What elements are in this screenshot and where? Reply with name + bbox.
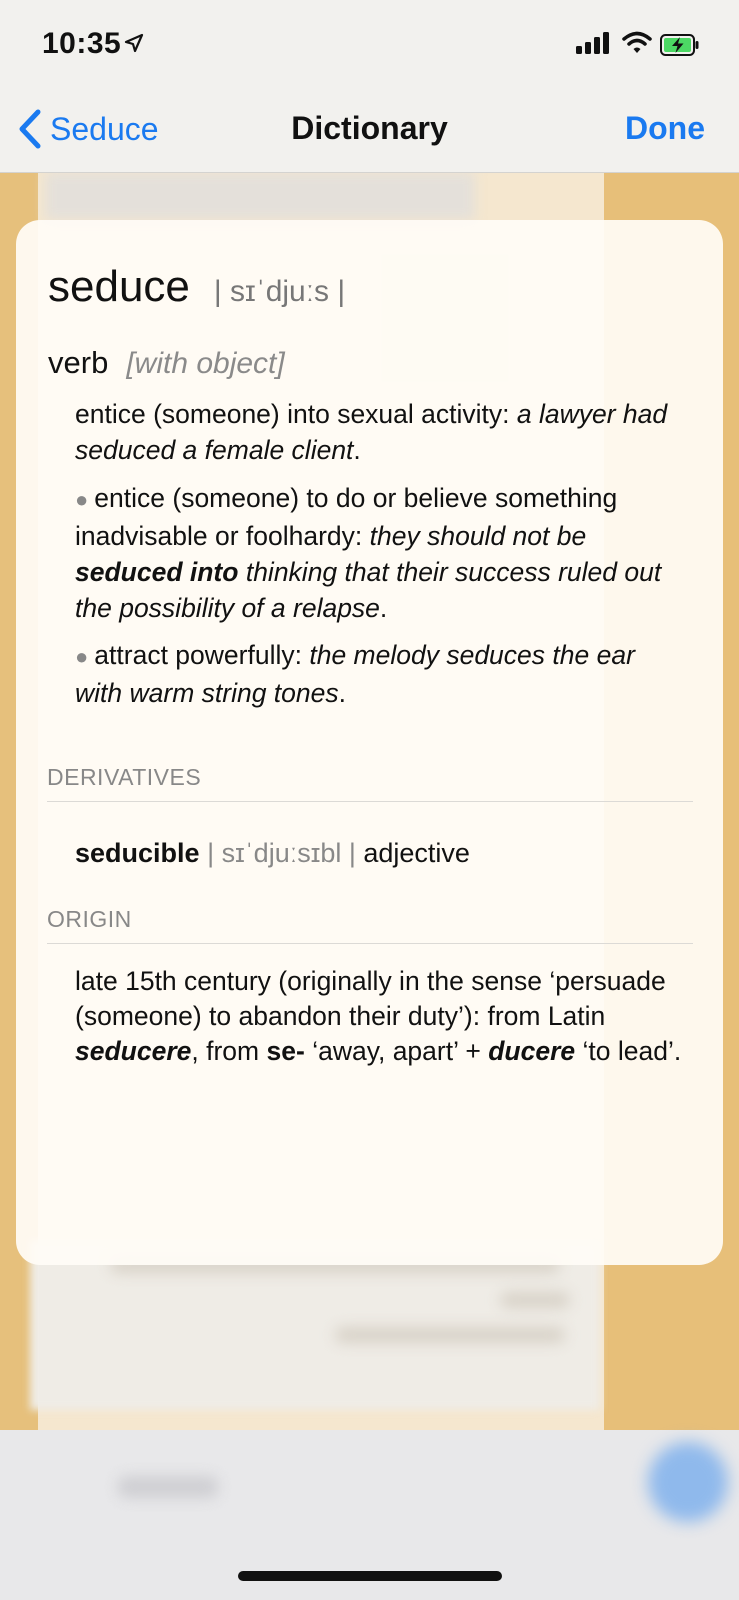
sub-sense-end: . [338, 678, 346, 708]
background-blurred-line [118, 1476, 218, 1498]
sub-sense-definition: attract powerfully: [94, 640, 302, 670]
cellular-signal-icon [576, 32, 609, 54]
origin-text: late 15th century (originally in the sen… [75, 964, 685, 1069]
home-indicator[interactable] [238, 1571, 502, 1581]
sense-end: . [353, 435, 361, 465]
wifi-icon [622, 31, 652, 53]
origin-heading: ORIGIN [47, 906, 693, 944]
background-blurred-line [500, 1292, 570, 1308]
headword-row: seduce | sɪˈdjuːs | [48, 262, 345, 312]
derivative-word: seducible [75, 838, 200, 868]
status-bar: 10:35 [0, 0, 739, 90]
part-of-speech-row: verb [with object] [48, 345, 285, 381]
origin-part: , from [191, 1036, 260, 1066]
pronunciation: | sɪˈdjuːs | [213, 275, 346, 308]
sense-main: entice (someone) into sexual activity: a… [75, 396, 675, 468]
origin-part: ‘away, apart’ + [312, 1036, 481, 1066]
background-blurred-button [648, 1442, 728, 1522]
sub-sense-example: they should not be [369, 521, 587, 551]
bullet-icon: ● [75, 644, 89, 669]
derivatives-heading: DERIVATIVES [47, 764, 693, 802]
part-of-speech: verb [48, 345, 109, 380]
origin-part: ‘to lead’. [582, 1036, 682, 1066]
origin-word: seducere [75, 1036, 192, 1066]
dictionary-card: seduce | sɪˈdjuːs | verb [with object] e… [16, 220, 723, 1265]
sub-sense: ● attract powerfully: the melody seduces … [75, 637, 685, 711]
navigation-bar: Seduce Dictionary Done [0, 90, 739, 173]
status-time: 10:35 [42, 27, 122, 60]
derivative-row: seducible | sɪˈdjuːsɪbl | adjective [75, 838, 470, 869]
origin-part: late 15th century (originally in the sen… [75, 966, 666, 1031]
sub-sense: ● entice (someone) to do or believe somet… [75, 480, 685, 626]
bullet-icon: ● [75, 487, 89, 512]
sub-sense-example-bold: seduced into [75, 557, 239, 587]
battery-charging-icon [660, 34, 699, 56]
background-blurred-line [335, 1327, 565, 1343]
grammar-note: [with object] [126, 347, 285, 380]
sense-definition: entice (someone) into sexual activity: [75, 399, 510, 429]
derivative-pronunciation: | sɪˈdjuːsɪbl | [207, 838, 356, 868]
sub-sense-end: . [379, 593, 388, 623]
origin-word: se- [266, 1036, 305, 1066]
done-button[interactable]: Done [625, 110, 705, 147]
derivative-pos: adjective [363, 838, 470, 868]
headword: seduce [48, 262, 190, 311]
background-blurred-block [45, 172, 475, 220]
origin-word: ducere [488, 1036, 576, 1066]
location-arrow-icon [124, 33, 144, 53]
